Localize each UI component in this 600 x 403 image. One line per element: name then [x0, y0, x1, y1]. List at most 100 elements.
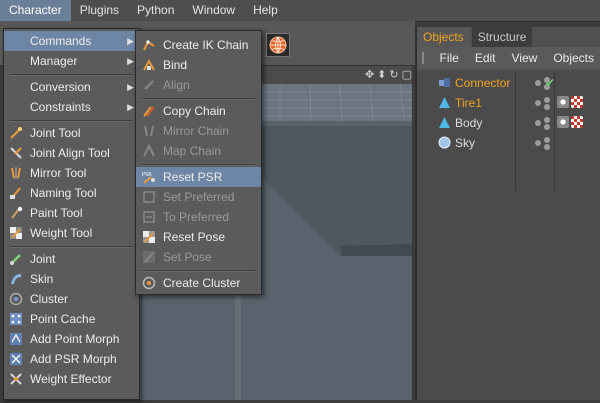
cone-icon [439, 97, 450, 108]
menu-item-map-chain[interactable]: Map Chain [136, 141, 261, 161]
menu-item-reset-psr[interactable]: PSR Reset PSR [136, 167, 261, 187]
menu-item-label: Mirror Chain [163, 124, 230, 138]
menu-item-to-preferred[interactable]: To Preferred [136, 207, 261, 227]
menu-item-paint-tool[interactable]: Paint Tool [4, 203, 139, 223]
menu-item-create-ik-chain[interactable]: Create IK Chain [136, 35, 261, 55]
menu-item-add-psr-morph[interactable]: Add PSR Morph [4, 349, 139, 369]
menu-item-set-pose[interactable]: Set Pose [136, 247, 261, 267]
weight-tool-icon [10, 227, 22, 239]
texture-tag-icon[interactable] [571, 116, 583, 128]
menu-item-label: Create Cluster [163, 276, 241, 290]
phong-tag-icon[interactable] [557, 116, 569, 128]
menu-item-conversion[interactable]: Conversion ▶ [4, 77, 139, 97]
menu-item-set-preferred[interactable]: Set Preferred [136, 187, 261, 207]
maximize-icon[interactable]: ▢ [402, 68, 412, 81]
menu-item-label: Add PSR Morph [30, 352, 117, 366]
om-menu-edit[interactable]: Edit [467, 51, 504, 65]
menu-item-manager[interactable]: Manager ▶ [4, 51, 139, 71]
object-row-connector[interactable]: Connector ✔ [417, 73, 600, 93]
sky-globe-icon[interactable] [266, 33, 290, 57]
rotate-icon[interactable]: ↻ [389, 68, 398, 81]
om-menu-view[interactable]: View [504, 51, 546, 65]
set-preferred-icon [143, 191, 155, 203]
menu-item-label: Set Pose [163, 250, 212, 264]
menu-item-reset-pose[interactable]: Reset Pose [136, 227, 261, 247]
menu-item-label: Paint Tool [30, 206, 83, 220]
menu-item-commands[interactable]: Commands ▶ [4, 31, 139, 51]
menu-item-joint-tool[interactable]: Joint Tool [4, 123, 139, 143]
object-manager-menu: File Edit View Objects [417, 47, 600, 69]
menu-item-constraints[interactable]: Constraints ▶ [4, 97, 139, 117]
dolly-icon[interactable]: ⬍ [377, 68, 386, 81]
weight-effector-icon [10, 373, 22, 385]
om-menu-objects[interactable]: Objects [545, 51, 600, 65]
menu-item-label: Manager [30, 54, 78, 68]
visibility-dots[interactable] [535, 137, 555, 150]
object-row-body[interactable]: Body [417, 113, 600, 133]
tab-structure[interactable]: Structure [471, 27, 533, 47]
menu-python[interactable]: Python [128, 0, 183, 21]
joint-align-icon [10, 147, 22, 159]
menu-item-label: Commands [30, 34, 92, 48]
menu-item-label: Align [163, 78, 190, 92]
om-menu-file[interactable]: File [431, 51, 466, 65]
character-menu: Commands ▶ Manager ▶ Conversion ▶ Constr… [3, 28, 140, 400]
menu-item-joint[interactable]: Joint [4, 249, 139, 269]
menu-item-cluster[interactable]: Cluster [4, 289, 139, 309]
ik-chain-icon [143, 40, 155, 51]
menu-item-label: To Preferred [163, 210, 230, 224]
menu-item-mirror-tool[interactable]: Mirror Tool [4, 163, 139, 183]
mirror-chain-icon [144, 125, 154, 137]
visibility-dots[interactable] [535, 117, 555, 130]
menu-item-label: Reset PSR [163, 170, 223, 184]
menu-separator [10, 246, 133, 248]
menu-plugins[interactable]: Plugins [71, 0, 128, 21]
joint-tool-icon [10, 127, 22, 139]
menu-item-naming-tool[interactable]: Naming Tool [4, 183, 139, 203]
cluster-icon [9, 292, 23, 306]
mirror-tool-icon [11, 167, 21, 179]
enabled-check-icon[interactable]: ✔ [545, 73, 555, 93]
visibility-dots[interactable] [535, 97, 555, 110]
menu-item-joint-align-tool[interactable]: Joint Align Tool [4, 143, 139, 163]
menu-item-label: Joint Tool [30, 126, 81, 140]
tab-objects[interactable]: Objects [417, 27, 470, 47]
menu-character[interactable]: Character [0, 0, 71, 21]
menu-item-copy-chain[interactable]: Copy Chain [136, 101, 261, 121]
menu-item-label: Joint Align Tool [30, 146, 110, 160]
menu-help[interactable]: Help [244, 0, 287, 21]
menu-item-skin[interactable]: Skin [4, 269, 139, 289]
menu-item-label: Constraints [30, 100, 91, 114]
sky-icon [438, 136, 451, 149]
menu-window[interactable]: Window [183, 0, 244, 21]
menu-item-label: Weight Tool [30, 226, 93, 240]
menu-separator [142, 270, 255, 272]
menu-item-label: Conversion [30, 80, 91, 94]
object-name: Tire1 [455, 96, 482, 110]
move-icon[interactable]: ✥ [365, 68, 374, 81]
menu-item-label: Joint [30, 252, 56, 266]
menu-item-mirror-chain[interactable]: Mirror Chain [136, 121, 261, 141]
menu-bar: Character Plugins Python Window Help [0, 0, 600, 22]
menu-item-weight-tool[interactable]: Weight Tool [4, 223, 139, 243]
menu-item-label: Set Preferred [163, 190, 235, 204]
point-morph-icon [10, 333, 22, 345]
object-row-tire1[interactable]: Tire1 [417, 93, 600, 113]
menu-item-point-cache[interactable]: Point Cache [4, 309, 139, 329]
menu-separator [142, 164, 255, 166]
menu-item-bind[interactable]: Bind [136, 55, 261, 75]
object-tags [557, 96, 583, 108]
set-pose-icon [143, 251, 155, 263]
panel-tabs: Objects Structure [417, 27, 534, 47]
map-chain-icon [143, 144, 155, 157]
grip-icon[interactable] [422, 52, 426, 64]
menu-item-weight-effector[interactable]: Weight Effector [4, 369, 139, 389]
to-preferred-icon [143, 211, 155, 223]
menu-item-create-cluster[interactable]: Create Cluster [136, 273, 261, 293]
menu-item-add-point-morph[interactable]: Add Point Morph [4, 329, 139, 349]
reset-psr-icon: PSR [142, 172, 155, 184]
object-row-sky[interactable]: Sky [417, 133, 600, 153]
texture-tag-icon[interactable] [571, 96, 583, 108]
phong-tag-icon[interactable] [557, 96, 569, 108]
menu-item-align[interactable]: Align [136, 75, 261, 95]
